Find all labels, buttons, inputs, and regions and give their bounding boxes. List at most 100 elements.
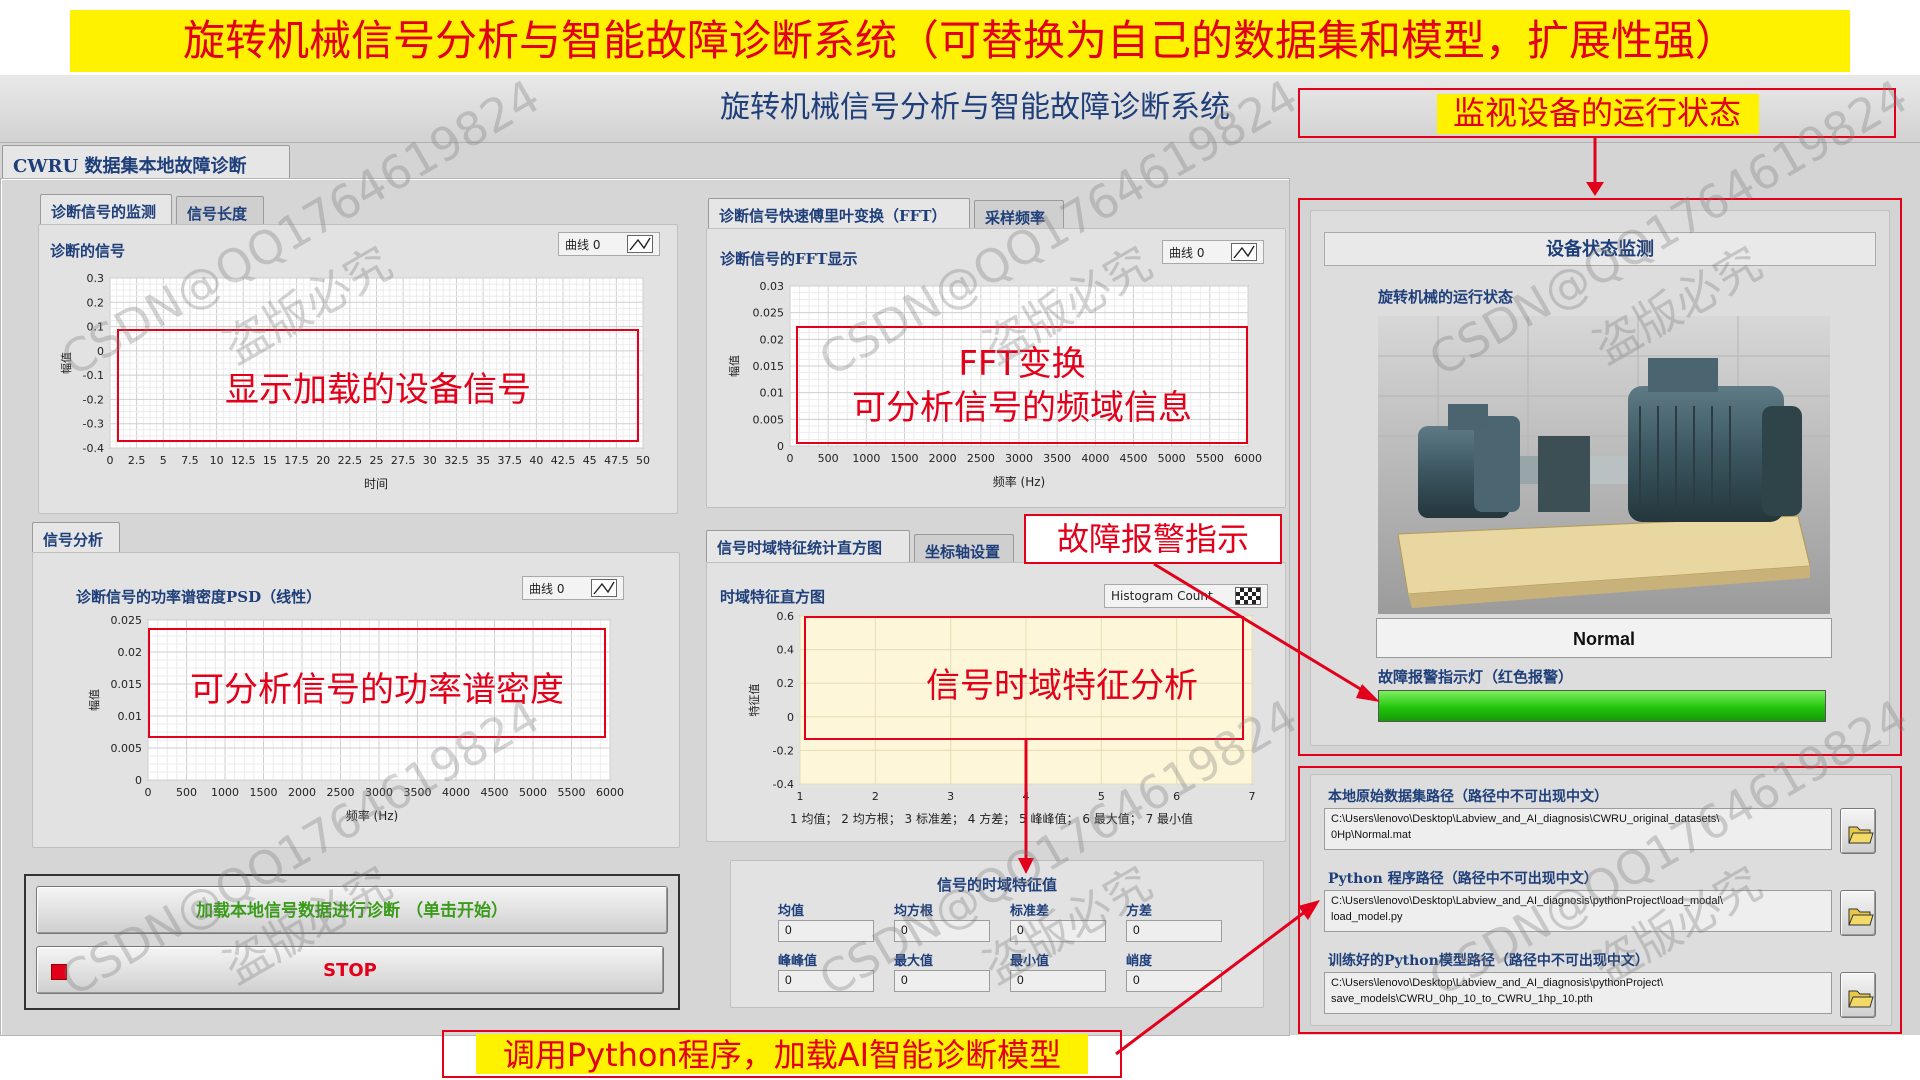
tab-feature-histogram[interactable]: 信号时域特征统计直方图 [706,530,910,562]
feature-value: 0 [894,920,990,942]
x-tick-label: 3 [947,790,954,803]
feature-value: 0 [778,970,874,992]
x-tick-label: 3500 [1043,452,1071,465]
x-tick-label: 0 [107,454,114,467]
status-header: 设备状态监测 [1324,232,1876,266]
folder-icon [1848,908,1874,926]
folder-icon [1848,990,1874,1008]
y-tick-label: 0 [135,774,142,787]
load-diagnose-button[interactable]: 加载本地信号数据进行诊断 （单击开始） [36,886,668,934]
tab-fft[interactable]: 诊断信号快速傅里叶变换（FFT） [708,198,970,228]
x-tick-label: 6000 [1234,452,1262,465]
x-tick-label: 5500 [1196,452,1224,465]
x-tick-label: 35 [476,454,490,467]
monitor-arrow [1586,138,1604,196]
y-tick-label: 0 [787,711,794,724]
x-tick-label: 47.5 [604,454,629,467]
feature-label: 均方根 [894,904,934,919]
psd-legend[interactable]: 曲线 0 [522,576,624,600]
x-tick-label: 2 [872,790,879,803]
path-input[interactable]: C:\Users\lenovo\Desktop\Labview_and_AI_d… [1324,808,1832,850]
python-arrow [1115,900,1320,1056]
y-tick-label: 0 [97,345,104,358]
y-axis-label: 幅值 [728,355,741,377]
x-tick-label: 12.5 [231,454,256,467]
path-text-line: C:\Users\lenovo\Desktop\Labview_and_AI_d… [1331,813,1720,825]
psd-callout: 可分析信号的功率谱密度 [190,670,564,710]
machine-image [1378,316,1830,614]
feature-label: 最小值 [1010,954,1050,969]
x-tick-label: 22.5 [338,454,363,467]
curve-sample-icon [1231,243,1257,261]
x-axis-label: 时间 [364,477,388,491]
tab-cwru-local-diagnosis[interactable]: CWRU 数据集本地故障诊断 [2,145,290,179]
path-text-line: C:\Users\lenovo\Desktop\Labview_and_AI_d… [1331,895,1723,907]
x-tick-label: 6 [1173,790,1180,803]
path-label: Python 程序路径（路径中不可出现中文） [1328,871,1598,887]
alarm-arrow [1153,562,1380,702]
legend-text: 曲线 0 [529,581,565,596]
y-tick-label: -0.4 [773,778,794,791]
path-text-line: C:\Users\lenovo\Desktop\Labview_and_AI_d… [1331,977,1664,989]
y-tick-label: 0.03 [760,280,785,293]
x-tick-label: 50 [636,454,650,467]
y-tick-label: 0.3 [87,272,105,285]
signal-legend[interactable]: 曲线 0 [558,232,660,256]
tab-signal-analysis[interactable]: 信号分析 [32,522,120,552]
x-tick-label: 1000 [852,452,880,465]
paths-list: 本地原始数据集路径（路径中不可出现中文） C:\Users\lenovo\Desk… [1320,778,1890,1026]
x-tick-label: 500 [176,786,197,799]
path-text-line: load_model.py [1331,911,1403,923]
x-tick-label: 7 [1249,790,1256,803]
y-tick-label: 0.02 [760,333,785,346]
x-tick-label: 5 [160,454,167,467]
y-tick-label: 0.02 [118,646,143,659]
x-tick-label: 27.5 [391,454,416,467]
x-tick-label: 2000 [929,452,957,465]
fft-chart-label: 诊断信号的FFT显示 [720,250,858,268]
tab-sample-rate[interactable]: 采样频率 [974,200,1064,228]
x-tick-label: 500 [818,452,839,465]
x-tick-label: 3000 [1005,452,1033,465]
y-tick-label: -0.3 [83,418,104,431]
x-tick-label: 45 [583,454,597,467]
legend-text: 曲线 0 [565,237,601,252]
legend-text: 曲线 0 [1169,245,1205,260]
stop-button[interactable]: STOP [36,946,664,994]
feature-label: 峰峰值 [778,954,818,969]
feature-label: 最大值 [894,954,934,969]
alarm-annotation: 故障报警指示 [1056,520,1249,558]
x-tick-label: 10 [210,454,224,467]
x-tick-label: 3500 [404,786,432,799]
y-tick-label: -0.4 [83,442,104,455]
folder-icon [1848,826,1874,844]
browse-folder-button[interactable] [1840,972,1876,1018]
x-tick-label: 5000 [1158,452,1186,465]
y-tick-label: 0.005 [753,413,785,426]
browse-folder-button[interactable] [1840,890,1876,936]
path-input[interactable]: C:\Users\lenovo\Desktop\Labview_and_AI_d… [1324,890,1832,932]
tab-signal-monitor[interactable]: 诊断信号的监测 [40,194,172,224]
fft-legend[interactable]: 曲线 0 [1162,240,1264,264]
tab-signal-length[interactable]: 信号长度 [176,196,264,224]
x-tick-label: 32.5 [444,454,469,467]
banner-title: 旋转机械信号分析与智能故障诊断系统（可替换为自己的数据集和模型，扩展性强） [182,16,1737,65]
tab-axis-settings[interactable]: 坐标轴设置 [914,534,1014,562]
stop-label: STOP [323,960,377,981]
x-tick-label: 40 [529,454,543,467]
path-label: 本地原始数据集路径（路径中不可出现中文） [1328,789,1608,805]
feature-value: 0 [894,970,990,992]
feature-label: 标准差 [1010,904,1050,919]
feature-value: 0 [1010,920,1106,942]
curve-sample-icon [627,235,653,253]
x-tick-label: 1000 [211,786,239,799]
x-tick-label: 1 [797,790,804,803]
feature-value: 0 [778,920,874,942]
x-tick-label: 15 [263,454,277,467]
x-tick-label: 7.5 [181,454,199,467]
browse-folder-button[interactable] [1840,808,1876,854]
y-tick-label: -0.2 [773,744,794,757]
y-tick-label: 0.01 [118,710,143,723]
path-input[interactable]: C:\Users\lenovo\Desktop\Labview_and_AI_d… [1324,972,1832,1014]
y-tick-label: -0.1 [83,369,104,382]
